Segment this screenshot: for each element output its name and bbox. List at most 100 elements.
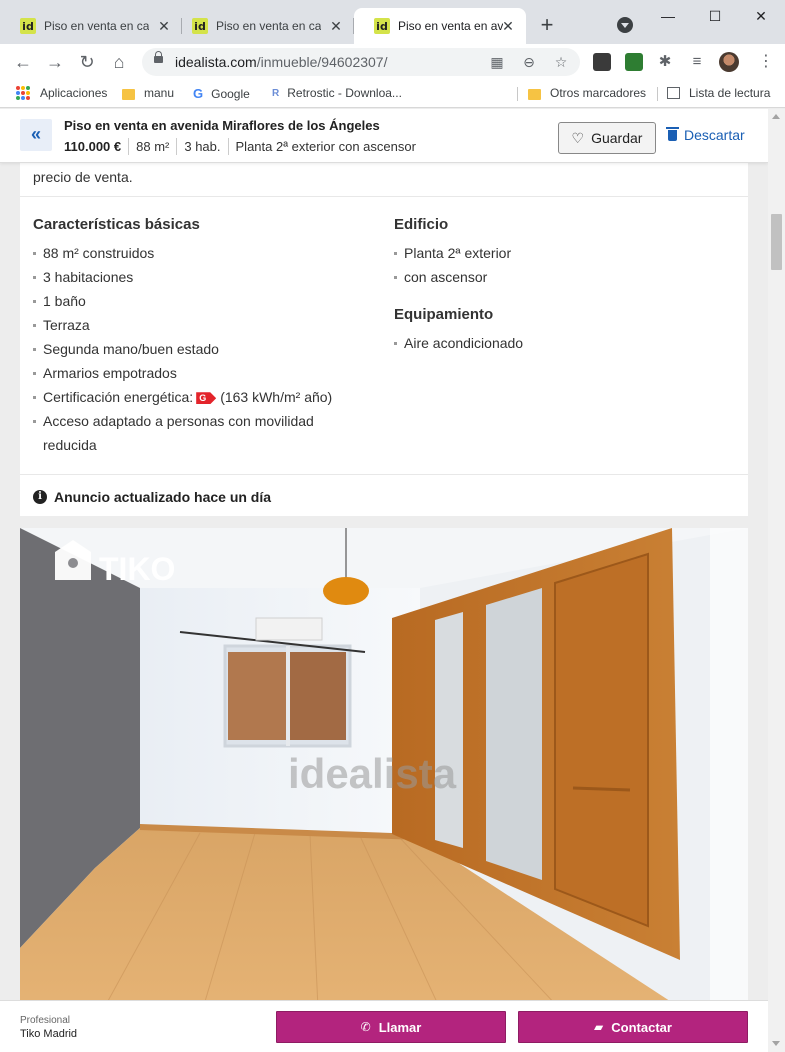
listing-rooms: 3 hab.	[176, 138, 227, 155]
bookmark-reading-list[interactable]: Lista de lectura	[667, 86, 770, 100]
browser-tab[interactable]: id Piso en venta en calle ✕	[0, 8, 182, 44]
tab-title: Piso en venta en ave	[398, 19, 503, 33]
browser-toolbar: ← → ↻ ⌂ idealista.com/inmueble/94602307/…	[0, 44, 785, 80]
contact-bar: Profesional Tiko Madrid ✆ Llamar ▰ Conta…	[0, 1000, 768, 1052]
feature-item: 88 m² construidos	[33, 241, 332, 265]
apps-grid-icon	[16, 86, 30, 100]
close-window-icon[interactable]: ✕	[746, 6, 776, 26]
close-tab-icon[interactable]: ✕	[328, 18, 344, 34]
listing-title: Piso en venta en avenida Miraflores de l…	[64, 118, 380, 133]
folder-icon	[122, 88, 135, 100]
browser-tab-active[interactable]: id Piso en venta en ave ✕	[354, 8, 526, 44]
call-button[interactable]: ✆ Llamar	[276, 1011, 506, 1043]
discard-button[interactable]: Descartar	[666, 126, 745, 143]
media-control-icon[interactable]: ≡	[685, 50, 709, 74]
forward-arrow-icon[interactable]: →	[43, 50, 67, 74]
trash-icon	[666, 126, 679, 141]
listing-size: 88 m²	[128, 138, 176, 155]
minimize-icon[interactable]: —	[653, 6, 683, 26]
home-icon[interactable]: ⌂	[107, 50, 131, 74]
tab-title: Piso en venta en calle	[44, 19, 149, 33]
equipment-list: Aire acondicionado	[394, 331, 523, 355]
info-icon: i	[33, 490, 47, 504]
reading-list-icon	[667, 87, 680, 99]
new-tab-button[interactable]: +	[536, 14, 558, 38]
features-section: Características básicas 88 m² construido…	[20, 196, 748, 474]
vertical-scrollbar[interactable]	[768, 109, 785, 1052]
idealista-favicon-icon: id	[374, 18, 390, 34]
tab-strip: id Piso en venta en calle ✕ id Piso en v…	[0, 0, 785, 44]
heart-icon: ♡	[571, 129, 585, 146]
feature-item: 1 baño	[33, 289, 332, 313]
bookmark-google[interactable]: G Google	[193, 86, 250, 101]
scroll-down-icon[interactable]	[772, 1041, 780, 1046]
feature-item: Segunda mano/buen estado	[33, 337, 332, 361]
equipment-title: Equipamiento	[394, 306, 494, 323]
feature-item: Terraza	[33, 313, 332, 337]
feature-item: con ascensor	[394, 265, 523, 289]
listing-meta: 110.000 € 88 m² 3 hab. Planta 2ª exterio…	[64, 138, 423, 155]
building-list: Planta 2ª exterior con ascensor	[394, 241, 523, 289]
energy-rating-badge: G	[196, 392, 217, 405]
bookmark-other[interactable]: Otros marcadores	[528, 86, 646, 100]
close-tab-icon[interactable]: ✕	[156, 18, 172, 34]
back-arrow-icon[interactable]: ←	[11, 50, 35, 74]
sticky-listing-header: « Piso en venta en avenida Miraflores de…	[0, 109, 768, 163]
agent-type: Profesional	[20, 1015, 71, 1026]
google-icon: G	[193, 86, 204, 101]
scrollbar-thumb[interactable]	[771, 214, 782, 270]
contact-button[interactable]: ▰ Contactar	[518, 1011, 748, 1043]
bookmark-manu[interactable]: manu	[122, 86, 174, 100]
bookmark-apps[interactable]: Aplicaciones	[16, 86, 107, 100]
browser-tab[interactable]: id Piso en venta en calle ✕	[172, 8, 354, 44]
bedroom-photo-image: TIKO idealista	[20, 528, 748, 1052]
feature-item: 3 habitaciones	[33, 265, 332, 289]
reload-icon[interactable]: ↻	[75, 50, 99, 74]
listing-floor: Planta 2ª exterior con ascensor	[227, 138, 423, 155]
collapse-chevron-icon[interactable]: «	[20, 119, 52, 151]
scroll-up-icon[interactable]	[772, 114, 780, 119]
basic-features-column: Características básicas 88 m² construido…	[33, 216, 332, 457]
basic-features-list: 88 m² construidos 3 habitaciones 1 baño …	[33, 241, 332, 457]
zoom-icon[interactable]: ⊖	[519, 52, 539, 72]
agent-name: Tiko Madrid	[20, 1028, 78, 1040]
lock-icon	[154, 51, 163, 63]
tab-search-icon[interactable]	[617, 17, 633, 33]
feature-item: Aire acondicionado	[394, 331, 523, 355]
chat-icon: ▰	[594, 1020, 604, 1034]
tiko-logo-text: TIKO	[99, 551, 175, 587]
bookmarks-bar: Aplicaciones manu G Google R Retrostic -…	[0, 80, 785, 108]
page-viewport: precio de venta. Características básicas…	[0, 109, 768, 1052]
description-text: precio de venta.	[33, 169, 133, 185]
address-bar[interactable]: idealista.com/inmueble/94602307/ ▦ ⊖ ☆	[142, 48, 580, 76]
energy-certificate-item: Certificación energética: G (163 kWh/m² añ…	[33, 385, 332, 409]
building-features-column: Edificio Planta 2ª exterior con ascensor…	[394, 216, 523, 355]
bookmark-retrostic[interactable]: R Retrostic - Downloa...	[272, 86, 402, 100]
extension-icon[interactable]	[625, 53, 643, 71]
property-photo[interactable]: TIKO idealista	[20, 528, 748, 1052]
update-text: Anuncio actualizado hace un día	[54, 489, 272, 505]
bookmark-separator	[517, 87, 518, 101]
building-title: Edificio	[394, 216, 449, 233]
url-text: idealista.com/inmueble/94602307/	[175, 54, 388, 70]
feature-item: Acceso adaptado a personas con movilidad…	[33, 409, 332, 457]
more-menu-icon[interactable]: ⋮	[758, 50, 774, 74]
phone-icon: ✆	[360, 1020, 371, 1034]
basic-features-title: Características básicas	[33, 216, 200, 233]
retrostic-icon: R	[272, 87, 280, 99]
bookmark-separator	[657, 87, 658, 101]
bookmark-star-icon[interactable]: ☆	[551, 52, 571, 72]
save-button[interactable]: ♡ Guardar	[558, 122, 656, 154]
profile-avatar[interactable]	[719, 52, 739, 72]
update-notice: i Anuncio actualizado hace un día	[20, 474, 748, 516]
close-tab-icon[interactable]: ✕	[500, 18, 516, 34]
watermark-text: idealista	[288, 750, 457, 797]
puzzle-extensions-icon[interactable]: ✱	[653, 50, 677, 74]
tab-title: Piso en venta en calle	[216, 19, 321, 33]
extension-icon[interactable]	[593, 53, 611, 71]
qr-code-icon[interactable]: ▦	[487, 52, 507, 72]
idealista-favicon-icon: id	[20, 18, 36, 34]
feature-item: Planta 2ª exterior	[394, 241, 523, 265]
maximize-icon[interactable]: ☐	[700, 6, 730, 26]
listing-price: 110.000 €	[64, 139, 122, 154]
